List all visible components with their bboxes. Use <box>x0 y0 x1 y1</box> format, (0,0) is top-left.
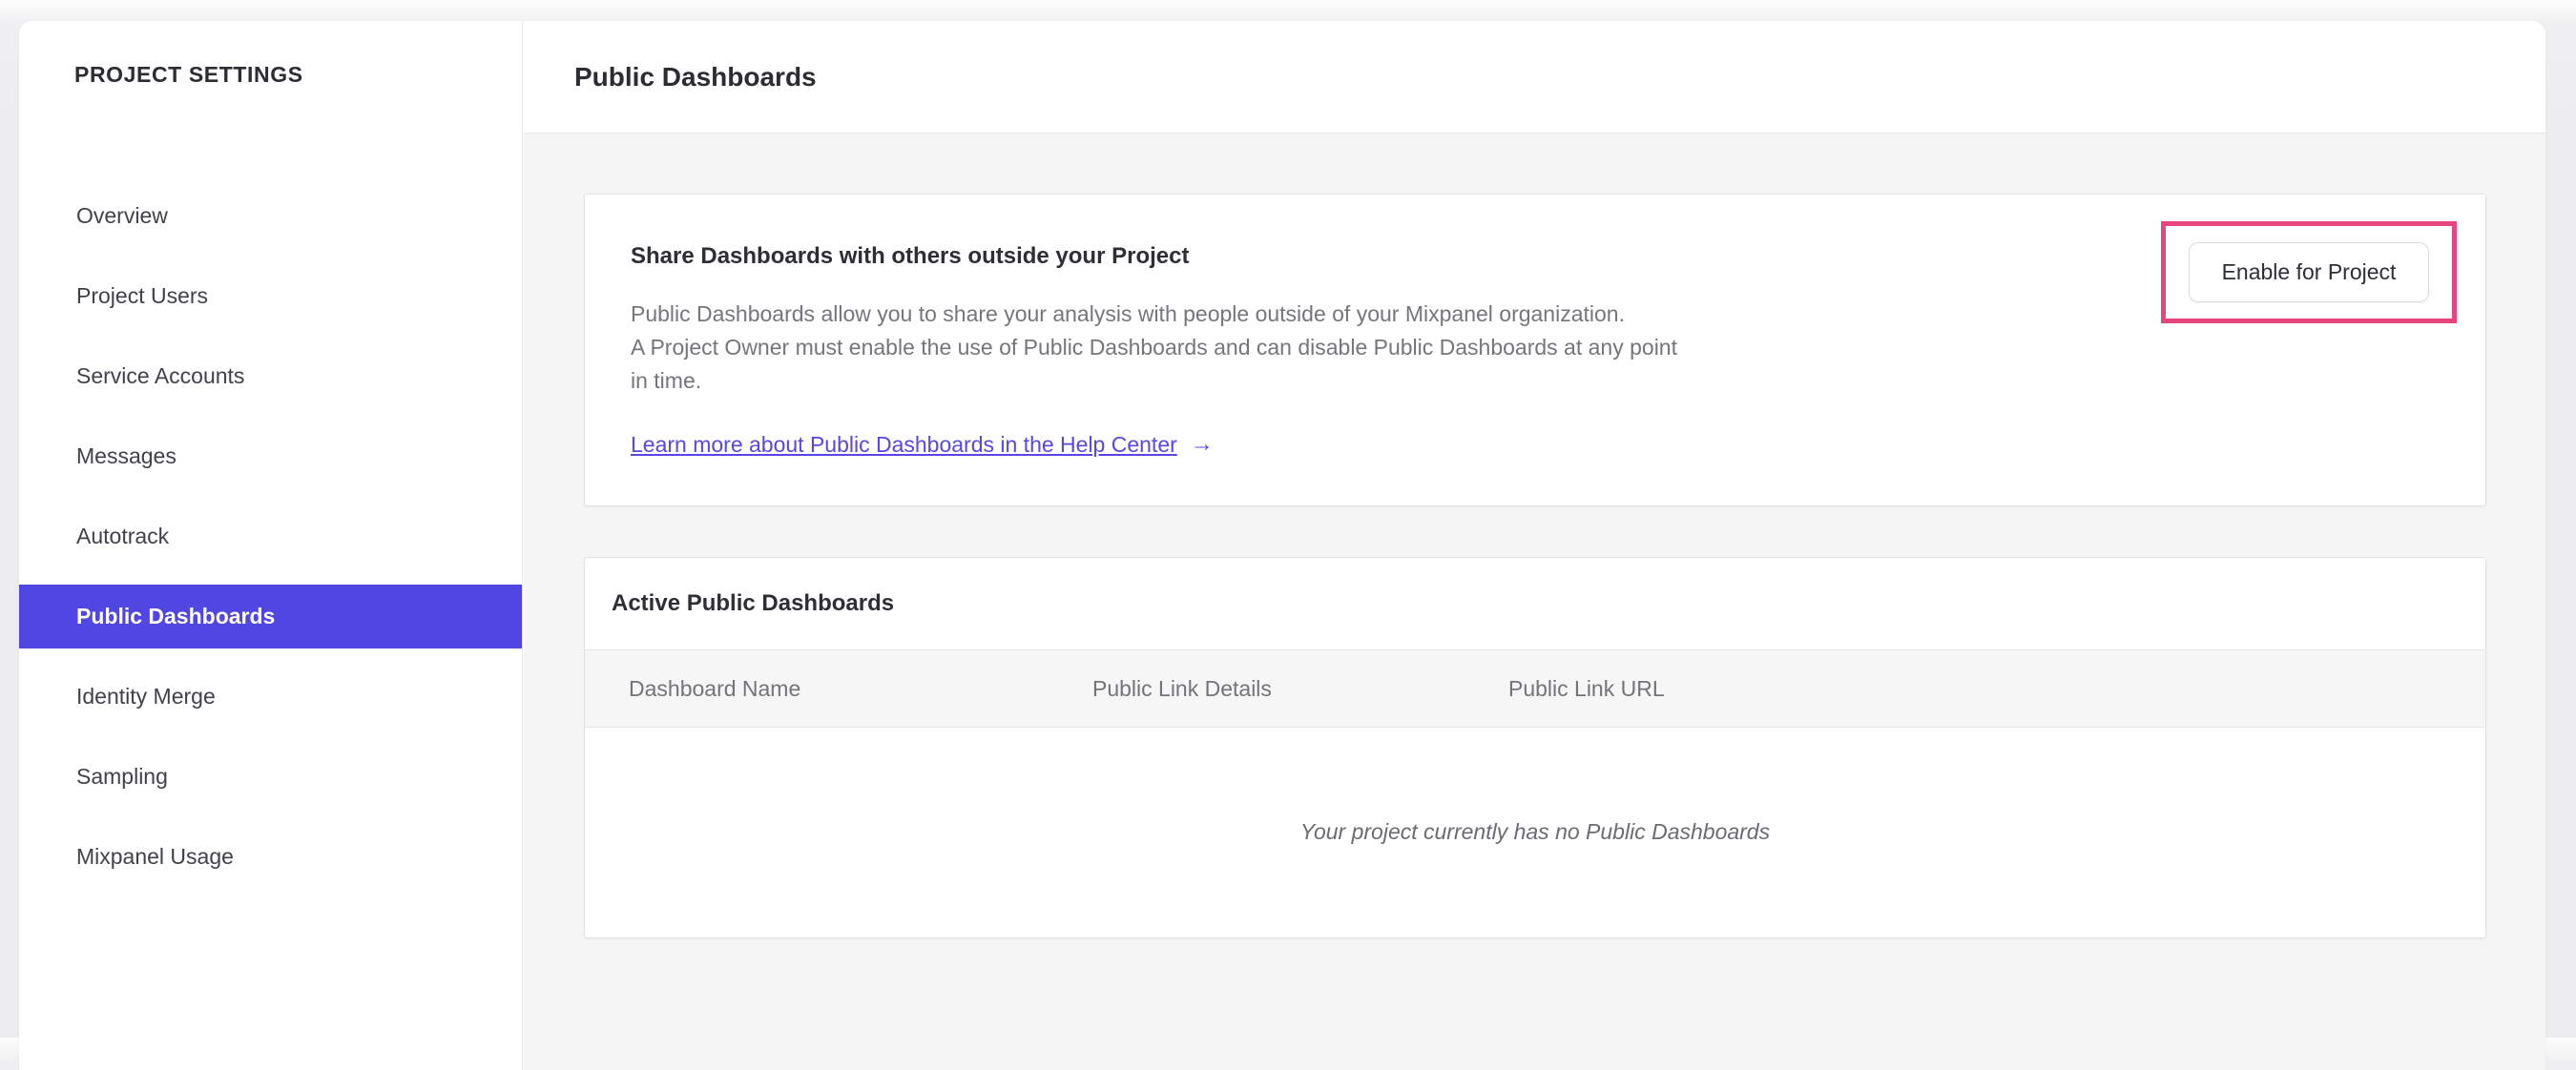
column-header-public-link-url: Public Link URL <box>1508 675 1665 701</box>
project-settings-sidebar: PROJECT SETTINGS Overview Project Users … <box>19 21 523 1070</box>
empty-state-message: Your project currently has no Public Das… <box>1299 819 1771 844</box>
page-header: Public Dashboards <box>524 21 2545 134</box>
sidebar-item-label: Overview <box>76 203 168 228</box>
active-public-dashboards-card: Active Public Dashboards Dashboard Name … <box>584 557 2486 938</box>
sidebar-item-project-users[interactable]: Project Users <box>19 264 522 328</box>
enable-for-project-button[interactable]: Enable for Project <box>2188 242 2430 302</box>
sidebar-item-label: Public Dashboards <box>76 604 276 628</box>
sidebar-item-identity-merge[interactable]: Identity Merge <box>19 665 522 729</box>
sidebar-nav: Overview Project Users Service Accounts … <box>19 184 522 905</box>
annotation-highlight-box: Enable for Project <box>2161 221 2457 323</box>
sidebar-item-overview[interactable]: Overview <box>19 184 522 248</box>
page-title: Public Dashboards <box>574 62 817 92</box>
settings-panel: PROJECT SETTINGS Overview Project Users … <box>19 21 2545 1070</box>
main-area: Public Dashboards Share Dashboards with … <box>524 21 2545 1070</box>
sidebar-item-label: Project Users <box>76 283 209 308</box>
help-center-link[interactable]: Learn more about Public Dashboards in th… <box>631 428 1177 461</box>
sidebar-item-label: Autotrack <box>76 524 170 548</box>
column-header-dashboard-name: Dashboard Name <box>629 675 801 701</box>
sidebar-item-sampling[interactable]: Sampling <box>19 745 522 809</box>
sidebar-item-service-accounts[interactable]: Service Accounts <box>19 344 522 408</box>
column-header-public-link-details: Public Link Details <box>1092 675 1272 701</box>
sidebar-item-label: Sampling <box>76 764 168 789</box>
sidebar-item-messages[interactable]: Messages <box>19 424 522 488</box>
sidebar-item-label: Messages <box>76 443 177 468</box>
sidebar-title: PROJECT SETTINGS <box>74 62 303 87</box>
description-line: in time. <box>631 368 702 393</box>
content-area: Share Dashboards with others outside you… <box>524 134 2545 1070</box>
sidebar-item-label: Service Accounts <box>76 363 245 388</box>
share-dashboards-card: Share Dashboards with others outside you… <box>584 194 2486 506</box>
description-line: A Project Owner must enable the use of P… <box>631 335 1677 360</box>
sidebar-item-label: Mixpanel Usage <box>76 844 234 869</box>
dashboards-table-header: Dashboard Name Public Link Details Publi… <box>585 650 2485 728</box>
sidebar-item-autotrack[interactable]: Autotrack <box>19 504 522 568</box>
sidebar-item-label: Identity Merge <box>76 684 216 709</box>
sidebar-item-mixpanel-usage[interactable]: Mixpanel Usage <box>19 825 522 889</box>
help-center-link-row: Learn more about Public Dashboards in th… <box>631 428 2485 461</box>
active-card-heading: Active Public Dashboards <box>585 558 2485 650</box>
sidebar-item-public-dashboards[interactable]: Public Dashboards <box>19 585 522 648</box>
arrow-right-icon: → <box>1190 431 1214 457</box>
